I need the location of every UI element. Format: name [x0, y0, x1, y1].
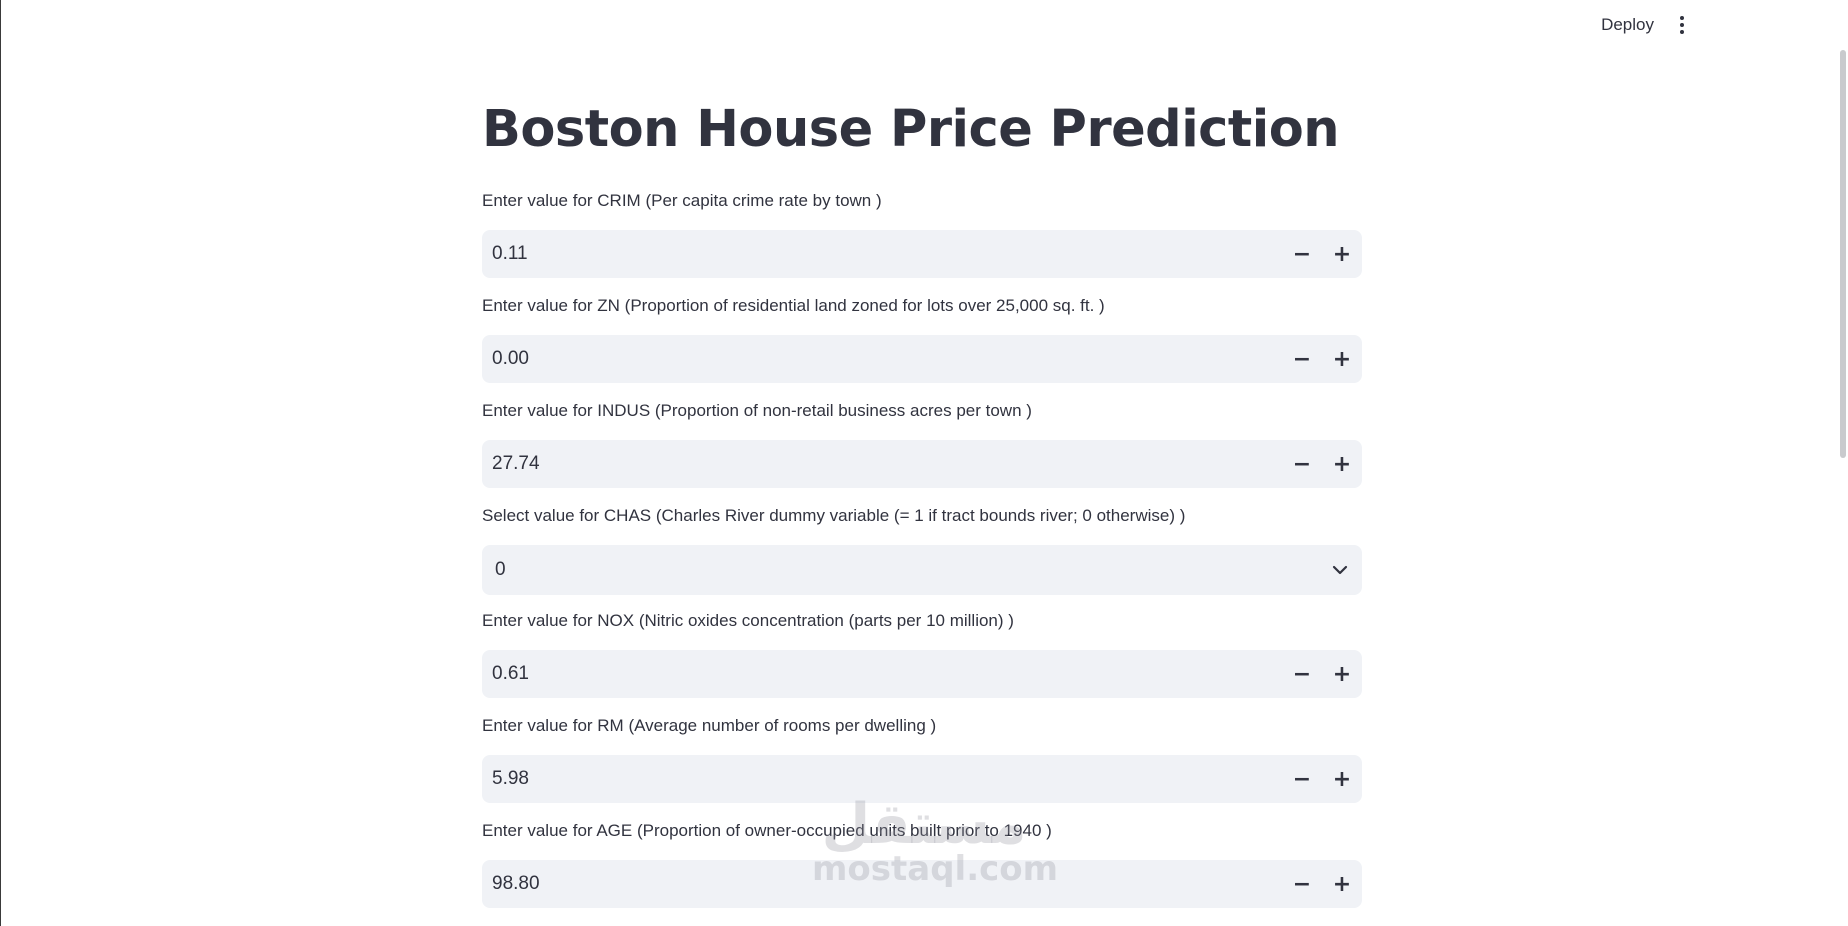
indus-stepper: − + — [1282, 440, 1362, 488]
rm-input[interactable] — [482, 755, 1282, 803]
age-number-input: − + — [482, 860, 1362, 908]
increment-button[interactable]: + — [1322, 860, 1362, 908]
kebab-vertical-icon[interactable] — [1673, 14, 1691, 36]
window-left-border — [0, 0, 1, 926]
field-label: Select value for CHAS (Charles River dum… — [482, 506, 1186, 525]
zn-number-input: − + — [482, 335, 1362, 383]
decrement-button[interactable]: − — [1282, 230, 1322, 278]
select-value: 0 — [495, 559, 506, 580]
field-label: Enter value for AGE (Proportion of owner… — [482, 821, 1052, 840]
chas-select[interactable]: 0 — [482, 545, 1362, 595]
zn-stepper: − + — [1282, 335, 1362, 383]
indus-input[interactable] — [482, 440, 1282, 488]
decrement-button[interactable]: − — [1282, 440, 1322, 488]
crim-input[interactable] — [482, 230, 1282, 278]
age-stepper: − + — [1282, 860, 1362, 908]
increment-button[interactable]: + — [1322, 650, 1362, 698]
increment-button[interactable]: + — [1322, 230, 1362, 278]
decrement-button[interactable]: − — [1282, 860, 1322, 908]
rm-stepper: − + — [1282, 755, 1362, 803]
nox-input[interactable] — [482, 650, 1282, 698]
kebab-dot — [1680, 23, 1684, 27]
indus-number-input: − + — [482, 440, 1362, 488]
increment-button[interactable]: + — [1322, 335, 1362, 383]
field-rm: Enter value for RM (Average number of ro… — [482, 715, 1362, 803]
scrollbar-thumb[interactable] — [1840, 50, 1846, 458]
app-toolbar: Deploy — [0, 0, 1848, 50]
chevron-down-icon[interactable] — [1332, 565, 1348, 575]
field-label: Enter value for CRIM (Per capita crime r… — [482, 191, 882, 210]
rm-number-input: − + — [482, 755, 1362, 803]
field-nox: Enter value for NOX (Nitric oxides conce… — [482, 610, 1362, 698]
field-label: Enter value for NOX (Nitric oxides conce… — [482, 611, 1014, 630]
decrement-button[interactable]: − — [1282, 755, 1322, 803]
field-age: Enter value for AGE (Proportion of owner… — [482, 820, 1362, 908]
crim-stepper: − + — [1282, 230, 1362, 278]
decrement-button[interactable]: − — [1282, 335, 1322, 383]
field-label: Enter value for RM (Average number of ro… — [482, 716, 937, 735]
field-label: Enter value for ZN (Proportion of reside… — [482, 296, 1105, 315]
zn-input[interactable] — [482, 335, 1282, 383]
age-input[interactable] — [482, 860, 1282, 908]
page-title: Boston House Price Prediction — [482, 100, 1340, 159]
field-chas: Select value for CHAS (Charles River dum… — [482, 505, 1362, 595]
field-zn: Enter value for ZN (Proportion of reside… — [482, 295, 1362, 383]
nox-number-input: − + — [482, 650, 1362, 698]
field-crim: Enter value for CRIM (Per capita crime r… — [482, 190, 1362, 278]
nox-stepper: − + — [1282, 650, 1362, 698]
increment-button[interactable]: + — [1322, 440, 1362, 488]
field-label: Enter value for INDUS (Proportion of non… — [482, 401, 1032, 420]
deploy-button[interactable]: Deploy — [1595, 13, 1660, 37]
increment-button[interactable]: + — [1322, 755, 1362, 803]
kebab-dot — [1680, 16, 1684, 20]
crim-number-input: − + — [482, 230, 1362, 278]
field-indus: Enter value for INDUS (Proportion of non… — [482, 400, 1362, 488]
decrement-button[interactable]: − — [1282, 650, 1322, 698]
page-scrollbar[interactable] — [1832, 0, 1848, 926]
kebab-dot — [1680, 30, 1684, 34]
